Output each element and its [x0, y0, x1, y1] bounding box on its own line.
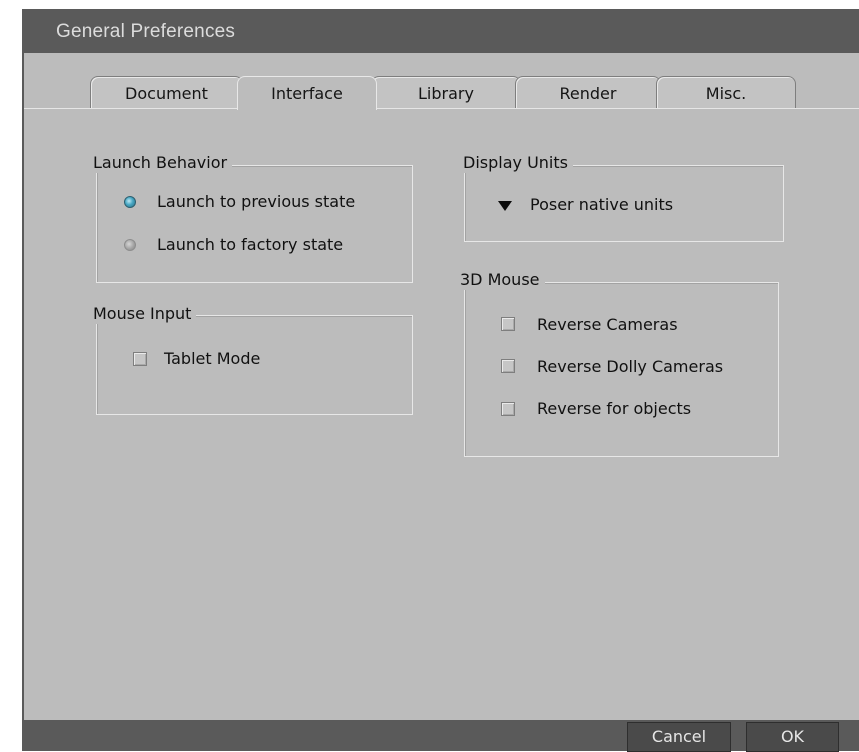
- dialog-title: General Preferences: [56, 21, 236, 42]
- launch-behavior-title: Launch Behavior: [91, 153, 233, 173]
- radio-factory-state[interactable]: [124, 239, 136, 251]
- reverse-dolly-checkbox[interactable]: [501, 359, 515, 373]
- triangle-down-icon[interactable]: [498, 201, 512, 211]
- launch-behavior-group: [96, 165, 413, 283]
- reverse-objects-checkbox[interactable]: [501, 402, 515, 416]
- mouse-3d-title: 3D Mouse: [458, 270, 545, 290]
- ok-button[interactable]: OK: [746, 722, 839, 752]
- tab-misc[interactable]: Misc.: [656, 76, 796, 109]
- reverse-cameras-checkbox[interactable]: [501, 317, 515, 331]
- reverse-objects-label[interactable]: Reverse for objects: [537, 399, 691, 419]
- radio-previous-state[interactable]: [124, 196, 136, 208]
- dialog-content: Document Interface Library Render Misc. …: [24, 53, 859, 720]
- launch-previous-label[interactable]: Launch to previous state: [157, 192, 355, 212]
- reverse-cameras-label[interactable]: Reverse Cameras: [537, 315, 678, 335]
- display-units-title: Display Units: [461, 153, 573, 173]
- preferences-dialog: General Preferences Document Interface L…: [22, 9, 859, 752]
- cancel-button[interactable]: Cancel: [627, 722, 731, 752]
- launch-factory-label[interactable]: Launch to factory state: [157, 235, 343, 255]
- display-units-select[interactable]: Poser native units: [530, 195, 673, 215]
- tab-document[interactable]: Document: [90, 76, 243, 109]
- tab-library[interactable]: Library: [371, 76, 521, 109]
- title-bar[interactable]: General Preferences: [22, 9, 859, 53]
- tab-strip-divider: [24, 108, 859, 109]
- mouse-input-title: Mouse Input: [91, 304, 197, 324]
- tablet-mode-checkbox[interactable]: [133, 352, 147, 366]
- reverse-dolly-label[interactable]: Reverse Dolly Cameras: [537, 357, 723, 377]
- tab-render[interactable]: Render: [515, 76, 661, 109]
- tab-interface[interactable]: Interface: [237, 76, 377, 110]
- tablet-mode-label[interactable]: Tablet Mode: [164, 349, 260, 369]
